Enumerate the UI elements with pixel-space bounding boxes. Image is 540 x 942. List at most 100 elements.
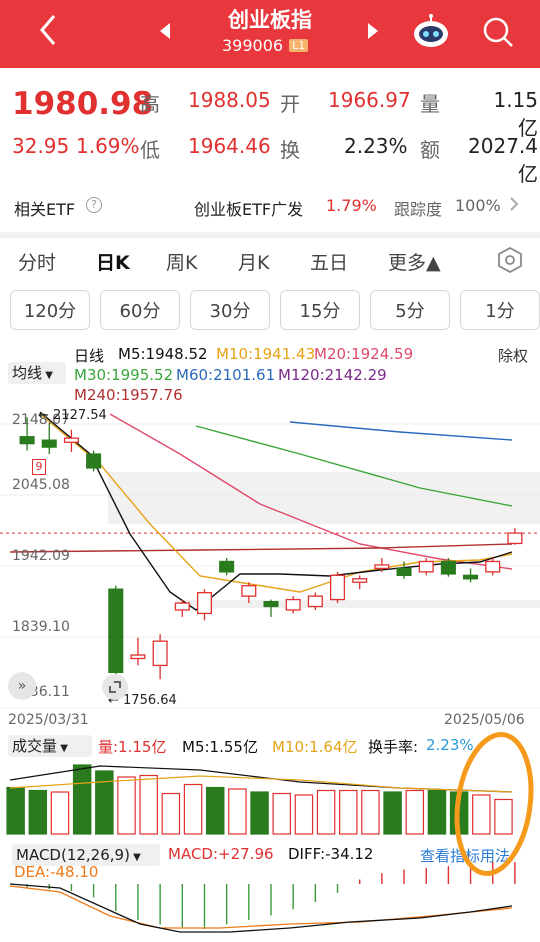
tab-week-k[interactable]: 周K — [166, 248, 197, 275]
date-start: 2025/03/31 — [8, 712, 89, 728]
page-title: 创业板指 — [228, 8, 312, 32]
fullscreen-icon[interactable] — [102, 674, 128, 700]
divider — [0, 232, 540, 238]
candle-body — [352, 578, 368, 583]
help-icon[interactable]: ? — [86, 197, 102, 213]
volume-m10: M10:1.64亿 — [272, 738, 358, 756]
candle-body — [374, 564, 390, 570]
header-bar: 创业板指 399006 L1 — [0, 0, 540, 68]
low-label: 低 — [140, 138, 160, 162]
volume-bar — [183, 783, 203, 835]
track-label: 跟踪度 — [394, 200, 443, 219]
volume-bar — [272, 792, 291, 835]
candle-body — [196, 592, 213, 615]
period-5min-button[interactable]: 5分 — [370, 290, 450, 330]
etf-row[interactable]: 相关ETF ? 创业板ETF广发 1.79% 跟踪度 100% — [0, 190, 540, 222]
volume-bar — [405, 789, 425, 835]
candle-body — [396, 567, 412, 576]
volume-bar — [250, 791, 269, 835]
candle-body — [19, 436, 35, 445]
period-30min-button[interactable]: 30分 — [190, 290, 270, 330]
candle-body — [307, 595, 323, 608]
candle-body — [41, 439, 57, 448]
period-60min-button[interactable]: 60分 — [100, 290, 180, 330]
legend-m20: M20:1924.59 — [314, 345, 414, 363]
dea-line — [9, 885, 513, 929]
candle-body — [263, 601, 279, 608]
tab-more[interactable]: 更多▲ — [388, 248, 441, 275]
volume-bar — [228, 788, 247, 835]
turnover-label: 换 — [280, 138, 300, 162]
high-annotation-value: 2127.54 — [53, 408, 107, 423]
legend-m240: M240:1957.76 — [74, 386, 183, 404]
volume-label: 量 — [420, 92, 440, 116]
legend-m60: M60:2101.61 — [176, 366, 276, 384]
back-icon[interactable] — [34, 12, 64, 48]
candlestick-chart[interactable] — [0, 404, 540, 712]
price-change: 32.95 — [12, 134, 70, 158]
etf-label: 相关ETF — [14, 200, 76, 219]
tab-five-day[interactable]: 五日 — [310, 248, 348, 275]
ma-toggle-label: 均线 — [12, 364, 43, 382]
candle-body — [86, 453, 102, 469]
period-1min-button[interactable]: 1分 — [460, 290, 540, 330]
volume-bar — [316, 789, 336, 835]
robot-assistant-icon[interactable] — [412, 12, 450, 54]
open-label: 开 — [280, 92, 300, 116]
candle-body — [418, 560, 434, 573]
period-15min-button[interactable]: 15分 — [280, 290, 360, 330]
volume-bar — [72, 764, 92, 835]
axis-label-3: 1839.10 — [12, 619, 70, 635]
tab-month-k[interactable]: 月K — [238, 248, 269, 275]
period-120min-button[interactable]: 120分 — [10, 290, 90, 330]
volume-bar — [361, 789, 380, 835]
etf-name: 创业板ETF广发 — [194, 200, 304, 219]
next-arrow-icon[interactable] — [366, 22, 380, 44]
high-annotation: ← 2127.54 — [38, 408, 107, 423]
pressure-band — [108, 472, 540, 524]
volume-bar — [117, 776, 136, 835]
ma60-line — [289, 421, 513, 441]
period-tabs: 分时 日K 周K 月K 五日 更多▲ — [0, 244, 540, 278]
tab-fenshi[interactable]: 分时 — [18, 248, 56, 275]
low-value: 1964.46 — [188, 134, 271, 158]
candle-body — [152, 640, 168, 667]
legend-day-line: 日线 — [74, 347, 105, 365]
volume-m5: M5:1.55亿 — [182, 738, 258, 756]
event-badge[interactable]: 9 — [32, 459, 46, 475]
expand-left-icon[interactable]: » — [8, 672, 36, 700]
legend-m120: M120:2142.29 — [278, 366, 387, 384]
dropdown-icon: ▼ — [57, 743, 68, 754]
candle-body — [463, 574, 479, 580]
search-icon[interactable] — [482, 16, 514, 52]
ma240-line — [9, 543, 513, 553]
chevron-right-icon[interactable] — [508, 194, 520, 218]
volume-bar — [383, 791, 402, 835]
volume-toggle-label: 成交量 — [12, 737, 58, 755]
candle-body — [507, 532, 523, 545]
axis-label-2: 1942.09 — [12, 548, 70, 564]
tab-day-k[interactable]: 日K — [96, 248, 130, 275]
volume-toggle-button[interactable]: 成交量 ▼ — [8, 735, 92, 757]
turnover-value: 2.23% — [344, 134, 408, 158]
stock-code: 399006 — [222, 36, 284, 55]
adjust-button[interactable]: 除权 — [498, 345, 528, 366]
candle-body — [130, 654, 146, 660]
amount-label: 额 — [420, 138, 440, 162]
diff-line — [9, 883, 513, 933]
candle-body — [241, 585, 257, 597]
settings-hexagon-icon[interactable] — [496, 246, 524, 278]
high-label: 高 — [140, 92, 160, 116]
volume-bar — [28, 789, 48, 835]
volume-bar — [6, 786, 25, 835]
candle-body — [108, 588, 124, 673]
macd-value: MACD:+27.96 — [168, 845, 274, 863]
ma-toggle-button[interactable]: 均线 ▼ — [8, 362, 66, 384]
legend-m30: M30:1995.52 — [74, 366, 174, 384]
diff-value: DIFF:-34.12 — [288, 845, 374, 863]
candle-body — [485, 560, 501, 573]
low-annotation-value: 1756.64 — [123, 693, 177, 708]
axis-label-1: 2045.08 — [12, 477, 70, 493]
volume-bar — [205, 786, 225, 835]
prev-arrow-icon[interactable] — [158, 22, 172, 44]
